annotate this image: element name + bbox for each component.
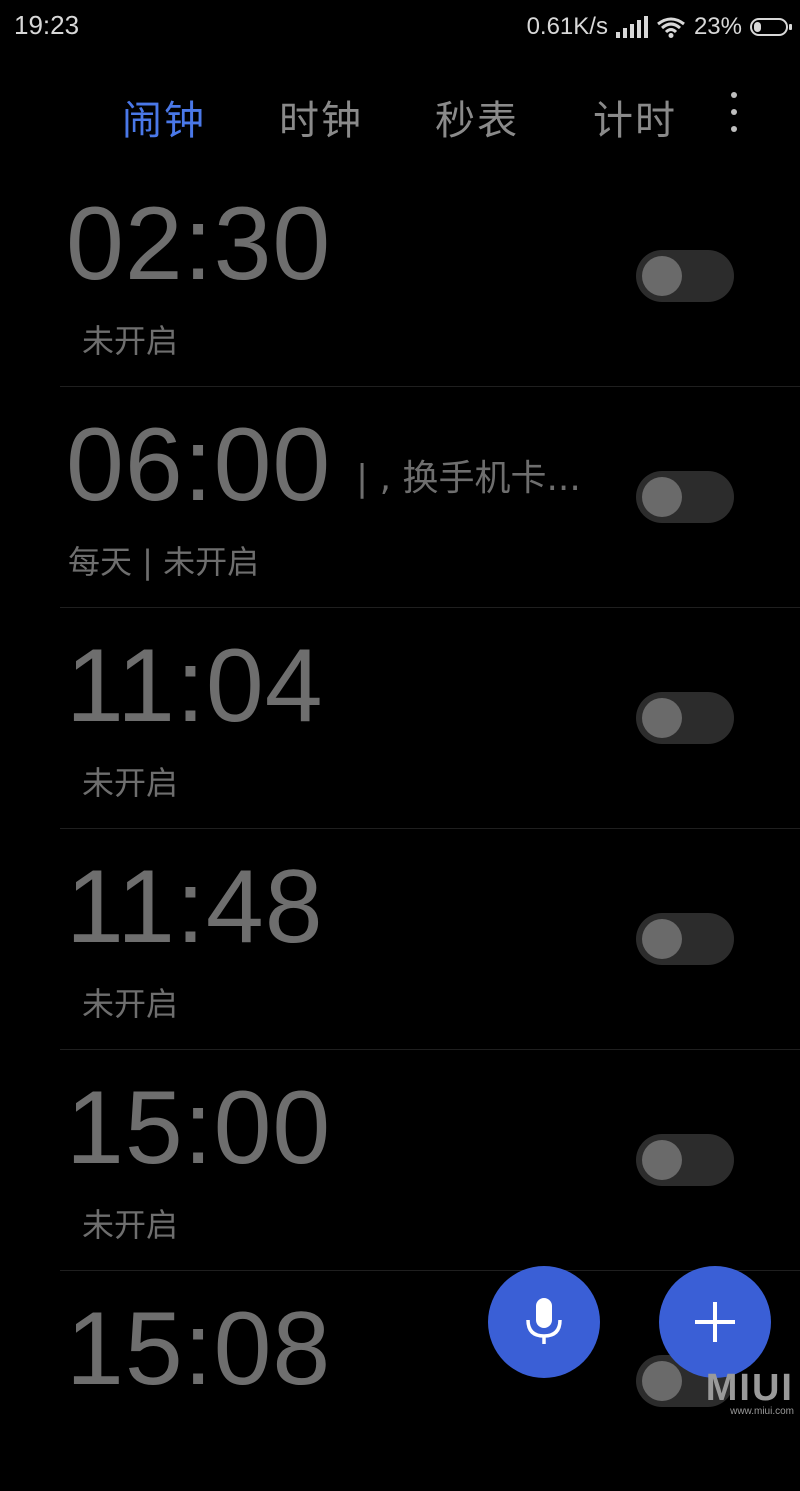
tab-stopwatch[interactable]: 秒表: [435, 88, 519, 146]
alarm-toggle[interactable]: [636, 913, 734, 965]
voice-alarm-button[interactable]: [488, 1266, 600, 1378]
alarm-row[interactable]: 11:04 未开启: [60, 608, 800, 829]
status-time: 19:23: [14, 10, 80, 40]
more-vertical-icon[interactable]: [724, 92, 744, 132]
tab-clock[interactable]: 时钟: [279, 88, 363, 146]
alarm-toggle[interactable]: [636, 1134, 734, 1186]
status-indicators: 0.61K/s 23%: [526, 10, 792, 44]
alarm-time: 11:48: [66, 849, 324, 965]
alarm-label: | , 换手机卡...: [356, 458, 581, 499]
signal-icon: [615, 16, 648, 38]
net-speed: 0.61K/s: [526, 13, 608, 40]
toggle-knob: [642, 256, 682, 296]
add-alarm-button[interactable]: [659, 1266, 771, 1378]
alarm-toggle[interactable]: [636, 471, 734, 523]
alarm-toggle[interactable]: [636, 692, 734, 744]
alarm-status: 未开启: [82, 1206, 179, 1244]
toggle-knob: [642, 477, 682, 517]
tab-bar: 闹钟 时钟 秒表 计时: [0, 80, 800, 150]
battery-percent: 23%: [693, 13, 742, 40]
alarm-toggle[interactable]: [636, 250, 734, 302]
alarm-time: 02:30: [66, 186, 332, 302]
alarm-time: 15:08: [66, 1291, 332, 1407]
tab-alarm[interactable]: 闹钟: [122, 88, 206, 146]
toggle-knob: [642, 919, 682, 959]
alarm-row[interactable]: 06:00 | , 换手机卡... 每天 | 未开启: [60, 387, 800, 608]
toggle-knob: [642, 698, 682, 738]
toggle-knob: [642, 1361, 682, 1401]
status-bar: 19:23 0.61K/s 23%: [0, 0, 800, 54]
alarm-row[interactable]: 11:48 未开启: [60, 829, 800, 1050]
alarm-time: 15:00: [66, 1070, 332, 1186]
microphone-icon: [526, 1298, 562, 1344]
toggle-knob: [642, 1140, 682, 1180]
miui-watermark: MIUI www.miui.com: [706, 1368, 794, 1417]
battery-icon: [750, 18, 792, 36]
watermark-logo: MIUI: [705, 1367, 794, 1409]
alarm-row[interactable]: 02:30 未开启: [60, 166, 800, 387]
alarm-time: 06:00: [66, 407, 332, 523]
alarm-row[interactable]: 15:00 未开启: [60, 1050, 800, 1271]
tab-timer[interactable]: 计时: [593, 88, 677, 146]
alarm-time: 11:04: [66, 628, 324, 744]
alarm-status: 未开启: [82, 985, 179, 1023]
wifi-icon: [657, 17, 685, 38]
alarm-status: 未开启: [82, 322, 179, 360]
plus-icon: [695, 1302, 735, 1342]
alarm-status: 每天 | 未开启: [68, 543, 260, 581]
battery-fill: [754, 22, 761, 32]
alarm-status: 未开启: [82, 764, 179, 802]
